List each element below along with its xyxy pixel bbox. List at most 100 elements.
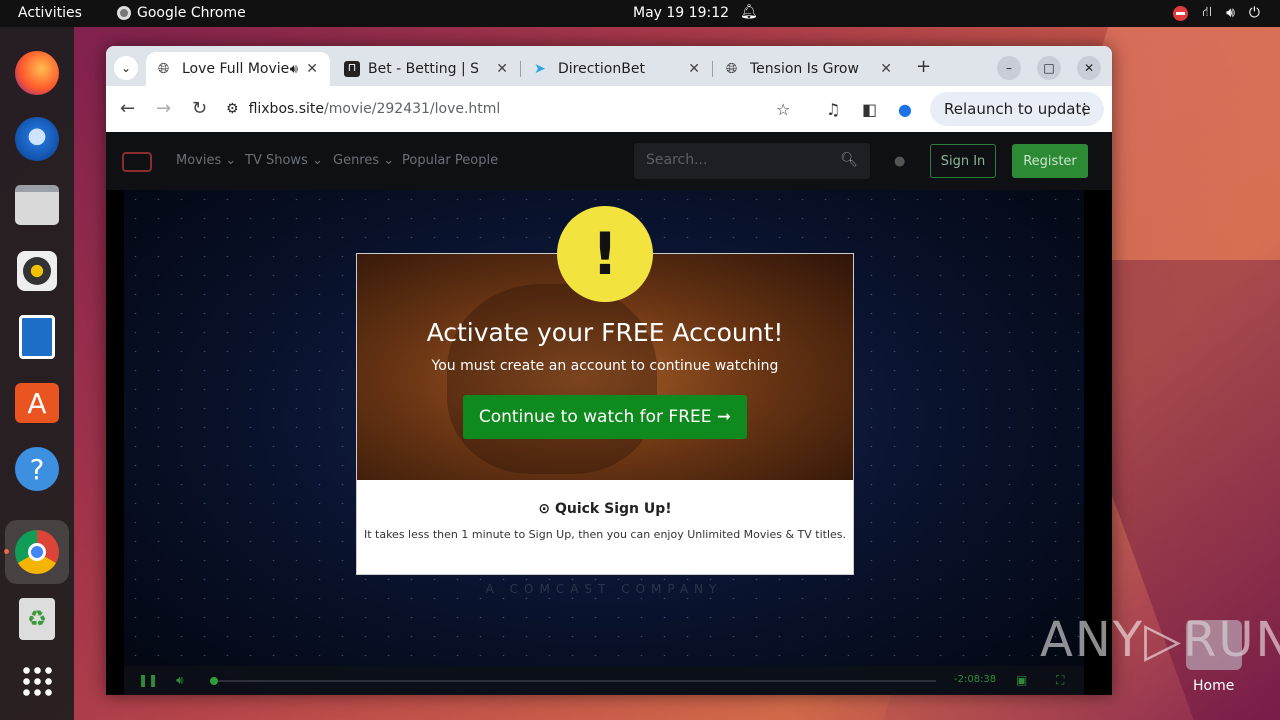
relaunch-to-update-button[interactable]: Relaunch to update ⋮ <box>930 92 1104 126</box>
forward-arrow-icon[interactable]: → <box>156 98 171 119</box>
focused-app-menu[interactable]: Google Chrome <box>117 5 246 21</box>
address-bar[interactable]: ⚙︎ flixbos.site/movie/292431/love.html <box>226 93 806 125</box>
nav-popular-people[interactable]: Popular People <box>402 153 498 168</box>
apps-grid-icon <box>21 665 53 697</box>
search-icon[interactable]: 🔍︎ <box>840 152 858 168</box>
globe-icon: 🌐︎ <box>158 61 170 77</box>
thunderbird-icon <box>15 117 59 161</box>
dock-help[interactable]: ? <box>11 443 63 495</box>
language-globe-icon[interactable]: ● <box>894 154 905 169</box>
minimize-button[interactable]: – <box>997 56 1021 80</box>
tab-search-button[interactable]: ⌄ <box>114 56 138 80</box>
chrome-icon <box>15 530 59 574</box>
tab-directionbet[interactable]: ➤ DirectionBet ✕ <box>522 52 713 86</box>
system-top-bar: Activities Google Chrome May 19 19:12 🔔︎… <box>0 0 1280 27</box>
close-window-button[interactable]: ✕ <box>1077 56 1101 80</box>
time-remaining: -2:08:38 <box>954 674 997 685</box>
continue-watch-free-button[interactable]: Continue to watch for FREE ➞ <box>463 395 747 439</box>
writer-icon <box>19 315 55 359</box>
send-arrow-icon: ➤ <box>534 61 546 77</box>
browser-toolbar: ← → ↻ ⚙︎ flixbos.site/movie/292431/love.… <box>106 86 1112 132</box>
clock[interactable]: May 19 19:12 <box>633 5 729 21</box>
dock-chrome[interactable] <box>5 520 69 584</box>
register-button[interactable]: Register <box>1012 144 1088 178</box>
site-logo-icon[interactable] <box>122 152 152 172</box>
dock-trash[interactable]: ♻ <box>11 593 63 645</box>
tab-love-full-movie[interactable]: 🌐︎ Love Full Movie 🔊︎ ✕ <box>146 52 330 86</box>
close-icon[interactable]: ✕ <box>306 61 318 77</box>
audio-playing-icon[interactable]: 🔊︎ <box>290 62 298 77</box>
rhythmbox-icon <box>17 251 57 291</box>
dock: A ? ♻ <box>0 27 74 720</box>
search-placeholder: Search... <box>646 152 708 168</box>
sign-in-button[interactable]: Sign In <box>930 144 996 178</box>
software-icon: A <box>15 383 59 423</box>
maximize-icon: □ <box>1043 61 1055 75</box>
globe-icon: 🌐︎ <box>726 61 738 77</box>
chrome-icon <box>117 6 131 20</box>
files-icon <box>15 185 59 225</box>
power-icon: ⏻ <box>1248 5 1260 21</box>
dock-files[interactable] <box>11 179 63 231</box>
site-favicon-icon: ⊓ <box>344 61 360 77</box>
maximize-button[interactable]: □ <box>1037 56 1061 80</box>
network-icon: ⛙ <box>1202 4 1213 20</box>
back-arrow-icon[interactable]: ← <box>120 98 135 119</box>
close-icon[interactable]: ✕ <box>880 61 892 77</box>
do-not-disturb-icon <box>1173 5 1189 21</box>
tab-title: Love Full Movie <box>182 61 290 77</box>
tab-bet-betting[interactable]: ⊓ Bet - Betting | Sports ✕ <box>332 52 521 86</box>
pause-icon[interactable]: ❚❚ <box>138 673 158 687</box>
tab-title: Bet - Betting | Sports <box>368 61 478 77</box>
firefox-icon <box>15 51 59 95</box>
more-menu-icon[interactable]: ⋮ <box>1077 100 1092 118</box>
dock-writer[interactable] <box>11 311 63 363</box>
system-tray[interactable]: ⛙ 🔊︎ ⏻ <box>1173 4 1260 22</box>
captions-icon[interactable]: ▣ <box>1016 673 1027 687</box>
site-settings-icon[interactable]: ⚙︎ <box>226 101 239 117</box>
profile-avatar-icon[interactable]: ● <box>898 100 912 119</box>
activities-button[interactable]: Activities <box>18 5 82 21</box>
site-search-input[interactable]: Search... 🔍︎ <box>634 143 870 179</box>
new-tab-plus-icon[interactable]: + <box>916 56 931 77</box>
tab-title: DirectionBet <box>558 61 645 77</box>
app-name: Google Chrome <box>137 5 246 21</box>
tab-separator <box>712 61 713 77</box>
video-caption: A COMCAST COMPANY <box>485 582 723 596</box>
tab-title: Tension Is Growing <box>750 61 860 77</box>
help-icon: ? <box>15 447 59 491</box>
home-folder-icon[interactable] <box>1186 620 1242 670</box>
modal-subtitle: You must create an account to continue w… <box>431 358 779 374</box>
dock-thunderbird[interactable] <box>11 113 63 165</box>
progress-knob[interactable] <box>210 677 218 685</box>
nav-genres[interactable]: Genres ⌄ <box>333 153 394 168</box>
nav-tv-shows[interactable]: TV Shows ⌄ <box>245 153 323 168</box>
close-icon[interactable]: ✕ <box>688 61 700 77</box>
media-controls-icon[interactable]: ♫ <box>826 100 840 119</box>
dock-firefox[interactable] <box>11 47 63 99</box>
url-path: /movie/292431/love.html <box>324 101 501 117</box>
dock-rhythmbox[interactable] <box>11 245 63 297</box>
chevron-down-icon: ⌄ <box>120 61 132 75</box>
bell-icon[interactable]: 🔔︎ <box>740 4 758 20</box>
dock-software[interactable]: A <box>11 377 63 429</box>
fullscreen-icon[interactable]: ⛶ <box>1056 673 1064 688</box>
nav-movies[interactable]: Movies ⌄ <box>176 153 236 168</box>
modal-title: Activate your FREE Account! <box>426 318 784 347</box>
relaunch-label: Relaunch to update <box>944 100 1091 118</box>
warning-exclamation-icon: ! <box>557 206 653 302</box>
reload-icon[interactable]: ↻ <box>192 98 207 119</box>
browser-window: ⌄ 🌐︎ Love Full Movie 🔊︎ ✕ ⊓ Bet - Bettin… <box>106 46 1112 695</box>
volume-icon[interactable]: 🔊︎ <box>176 673 184 688</box>
trash-icon: ♻ <box>19 598 55 640</box>
dock-show-apps[interactable] <box>11 655 63 707</box>
anyrun-watermark: ANY▷RUN <box>1040 612 1280 668</box>
tab-strip: ⌄ 🌐︎ Love Full Movie 🔊︎ ✕ ⊓ Bet - Bettin… <box>106 46 1112 86</box>
bookmark-star-icon[interactable]: ☆ <box>776 100 790 119</box>
close-icon[interactable]: ✕ <box>496 61 508 77</box>
volume-icon: 🔊︎ <box>1226 5 1235 21</box>
close-icon: ✕ <box>1083 61 1095 75</box>
side-panel-icon[interactable]: ◧ <box>862 100 877 119</box>
progress-bar[interactable] <box>214 680 936 682</box>
tab-tension-is-growing[interactable]: 🌐︎ Tension Is Growing ✕ <box>714 52 904 86</box>
